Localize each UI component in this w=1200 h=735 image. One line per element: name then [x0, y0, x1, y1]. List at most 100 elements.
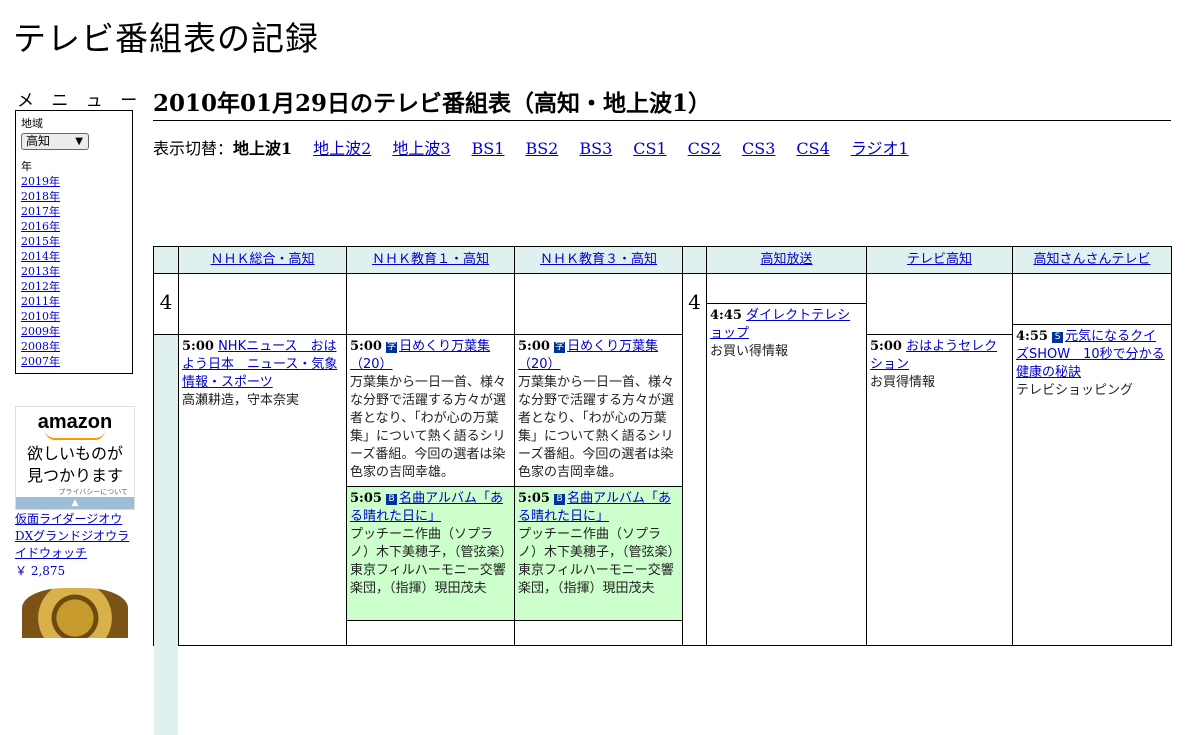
page-heading: 2010年01月29日のテレビ番組表（高知・地上波1）: [153, 84, 1171, 121]
year-link-2010[interactable]: 2010年: [21, 309, 127, 324]
empty-slot: [1013, 274, 1171, 325]
hour-column-left: 4: [154, 274, 179, 735]
year-link-2016[interactable]: 2016年: [21, 219, 127, 234]
switch-current: 地上波1: [233, 139, 293, 158]
year-link-2012[interactable]: 2012年: [21, 279, 127, 294]
column-nhk-g: 5:00 NHKニュース おはよう日本 ニュース・気象情報・スポーツ 高瀬耕造，…: [179, 274, 347, 645]
switch-link-cs4[interactable]: CS4: [796, 139, 829, 158]
region-select-value: 高知: [26, 134, 51, 148]
program-time: 5:05: [350, 491, 382, 506]
column-kutv: 5:00 おはようセレクション お買得情報: [867, 274, 1013, 645]
year-link-2009[interactable]: 2009年: [21, 324, 127, 339]
switch-link-radio1[interactable]: ラジオ1: [851, 139, 909, 158]
program-time: 5:00: [350, 339, 382, 354]
switch-link-cs1[interactable]: CS1: [633, 139, 666, 158]
switch-link-cs3[interactable]: CS3: [742, 139, 775, 158]
hour-label-right: 4: [688, 290, 701, 314]
ad-privacy-link[interactable]: プライバシーについて: [16, 487, 134, 497]
menu-heading: メ ニ ュ ー: [17, 91, 144, 111]
empty-slot: [347, 274, 514, 335]
year-link-2007[interactable]: 2007年: [21, 354, 127, 369]
switch-link-terrestrial2[interactable]: 地上波2: [313, 139, 371, 158]
ad-expand-bar[interactable]: ▲: [16, 497, 134, 509]
switch-link-terrestrial3[interactable]: 地上波3: [392, 139, 450, 158]
program-desc: テレビショッピング: [1016, 383, 1134, 398]
program-desc: プッチーニ作曲（ソプラノ）木下美穂子，（管弦楽）東京フィルハーモニー交響楽団，（…: [350, 527, 507, 596]
switch-link-bs1[interactable]: BS1: [472, 139, 505, 158]
channel-link-kutv[interactable]: テレビ高知: [907, 252, 972, 267]
year-link-2019[interactable]: 2019年: [21, 174, 127, 189]
header-hour-corner-right: [683, 247, 707, 274]
bilingual-badge-icon: B: [554, 494, 566, 505]
switch-link-bs2[interactable]: BS2: [525, 139, 558, 158]
program-cell-next: [515, 621, 682, 681]
channel-link-rkc[interactable]: 高知放送: [760, 252, 812, 267]
hour-column-right: 4: [683, 274, 707, 645]
stereo-badge-icon: S: [1052, 332, 1064, 343]
empty-slot: [179, 274, 346, 335]
program-cell: 4:45 ダイレクトテレショップ お買い得情報: [707, 304, 866, 704]
program-time: 5:00: [870, 339, 902, 354]
amazon-logo: amazon: [37, 411, 113, 433]
year-link-2008[interactable]: 2008年: [21, 339, 127, 354]
program-cell: 5:00 NHKニュース おはよう日本 ニュース・気象情報・スポーツ 高瀬耕造，…: [179, 335, 346, 735]
empty-slot: [515, 274, 682, 335]
header-channel-kss: 高知さんさんテレビ: [1013, 247, 1171, 274]
region-label: 地域: [21, 117, 43, 130]
empty-slot: [867, 274, 1012, 335]
empty-slot: [707, 274, 866, 304]
product-link[interactable]: 仮面ライダージオウ DXグランドジオウライドウォッチ: [15, 511, 135, 562]
program-desc: 高瀬耕造，守本奈実: [182, 393, 300, 408]
program-grid: ＮＨＫ総合・高知 ＮＨＫ教育１・高知 ＮＨＫ教育３・高知 高知放送 テレビ高知 …: [153, 246, 1172, 735]
year-link-2014[interactable]: 2014年: [21, 249, 127, 264]
channel-link-nhk-e1[interactable]: ＮＨＫ教育１・高知: [372, 252, 489, 267]
program-desc: お買得情報: [870, 375, 936, 390]
chevron-up-icon: ▲: [71, 498, 79, 508]
program-cell: 5:00 字日めくり万葉集（20） 万葉集から一日一首、様々な分野で活躍する方々…: [515, 335, 682, 487]
program-time: 5:05: [518, 491, 550, 506]
channel-link-kss[interactable]: 高知さんさんテレビ: [1033, 252, 1150, 267]
program-cell: 4:55 S 元気になるクイズSHOW 10秒で分かる健康の秘訣 テレビショッピン…: [1013, 325, 1171, 725]
header-hour-corner-left: [154, 247, 179, 274]
subtitle-badge-icon: 字: [386, 342, 398, 353]
year-link-2011[interactable]: 2011年: [21, 294, 127, 309]
menu-box: 地域 高知 ▼ 年 2019年 2018年 2017年 2016年 2015年 …: [15, 110, 133, 374]
year-link-2015[interactable]: 2015年: [21, 234, 127, 249]
column-kss: 4:55 S 元気になるクイズSHOW 10秒で分かる健康の秘訣 テレビショッピン…: [1013, 274, 1171, 645]
program-time: 5:00: [518, 339, 550, 354]
program-cell: 5:00 字日めくり万葉集（20） 万葉集から一日一首、様々な分野で活躍する方々…: [347, 335, 514, 487]
program-time: 4:55: [1016, 329, 1048, 344]
ad-text-line2: 見つかります: [26, 466, 123, 485]
year-link-2017[interactable]: 2017年: [21, 204, 127, 219]
switch-link-bs3[interactable]: BS3: [579, 139, 612, 158]
program-cell: 5:00 おはようセレクション お買得情報: [867, 335, 1012, 735]
program-desc: プッチーニ作曲（ソプラノ）木下美穂子，（管弦楽）東京フィルハーモニー交響楽団，（…: [518, 527, 675, 596]
bilingual-badge-icon: B: [386, 494, 398, 505]
channel-link-nhk-e3[interactable]: ＮＨＫ教育３・高知: [540, 252, 657, 267]
product-image[interactable]: [22, 588, 128, 638]
hour-filler-left: [154, 335, 178, 735]
product-price: ￥ 2,875: [15, 564, 66, 578]
site-title: テレビ番組表の記録: [13, 19, 319, 58]
year-label: 年: [21, 160, 32, 173]
program-time: 4:45: [710, 308, 742, 323]
header-channel-kutv: テレビ高知: [867, 247, 1013, 274]
region-select[interactable]: 高知 ▼: [21, 133, 89, 150]
program-cell: 5:05 B 名曲アルバム「ある晴れた日に」 プッチーニ作曲（ソプラノ）木下美穂子…: [347, 487, 514, 621]
header-channel-nhk-g: ＮＨＫ総合・高知: [179, 247, 347, 274]
program-desc: お買い得情報: [710, 344, 789, 359]
hour-label-left: 4: [154, 274, 178, 335]
channel-link-nhk-g[interactable]: ＮＨＫ総合・高知: [210, 252, 314, 267]
year-link-2013[interactable]: 2013年: [21, 264, 127, 279]
switch-link-cs2[interactable]: CS2: [688, 139, 721, 158]
program-cell-next: [347, 621, 514, 681]
program-desc: 万葉集から一日一首、様々な分野で活躍する方々が選者となり、「わが心の万葉集」につ…: [518, 375, 675, 480]
header-channel-nhk-e3: ＮＨＫ教育３・高知: [515, 247, 683, 274]
subtitle-badge-icon: 字: [554, 342, 566, 353]
header-channel-rkc: 高知放送: [707, 247, 867, 274]
ad-text-line1: 欲しいものが: [26, 444, 123, 463]
column-nhk-e1: 5:00 字日めくり万葉集（20） 万葉集から一日一首、様々な分野で活躍する方々…: [347, 274, 515, 645]
amazon-ad[interactable]: amazon 欲しいものが 見つかります プライバシーについて ▲: [15, 406, 135, 510]
year-link-2018[interactable]: 2018年: [21, 189, 127, 204]
chevron-down-icon: ▼: [75, 136, 83, 147]
